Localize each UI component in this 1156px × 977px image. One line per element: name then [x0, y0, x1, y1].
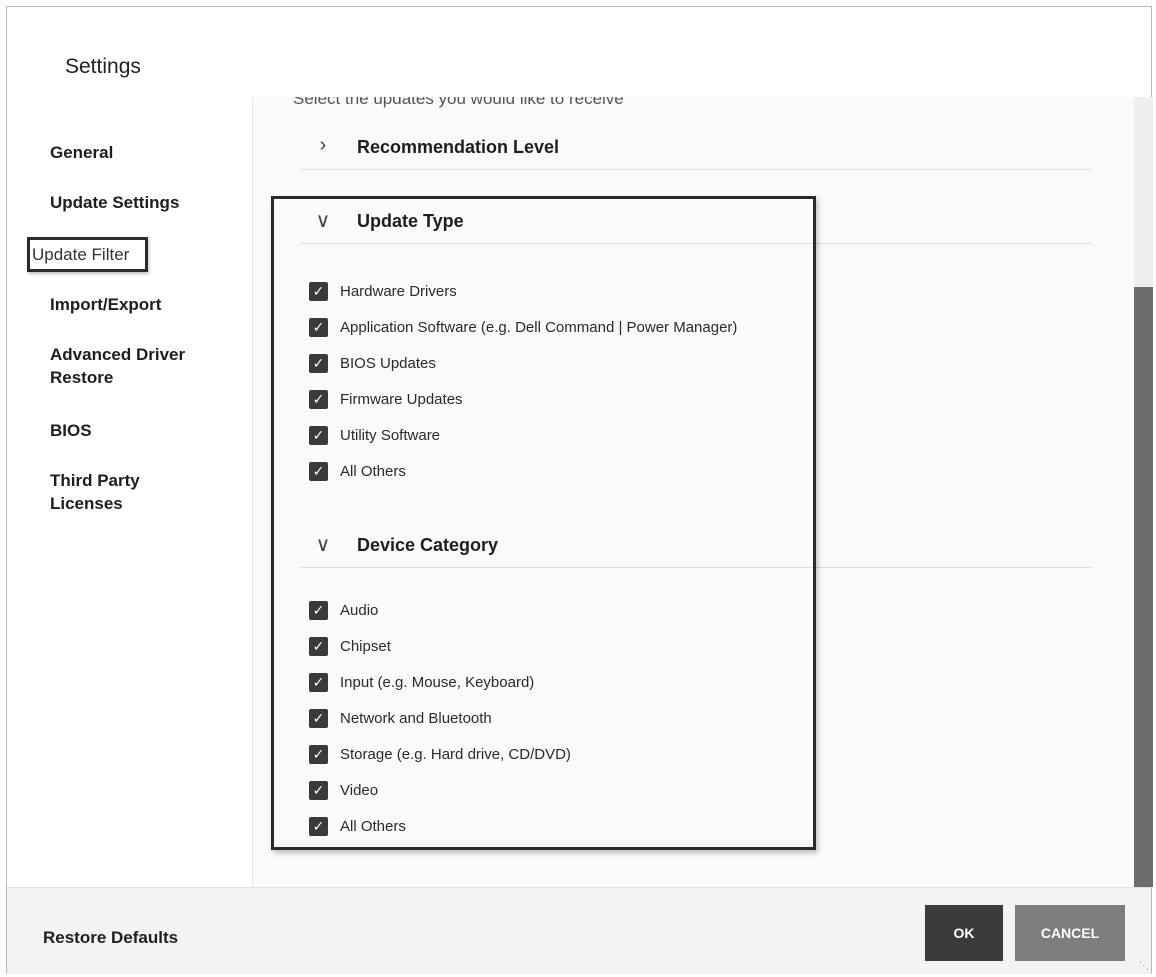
- checkbox-all-others-update-type[interactable]: ✓ All Others: [309, 458, 406, 484]
- checkmark-icon: ✓: [309, 708, 328, 728]
- sidebar-item-bios[interactable]: BIOS: [50, 419, 210, 442]
- ok-button[interactable]: OK: [925, 905, 1003, 961]
- scrollbar-thumb[interactable]: [1134, 287, 1153, 887]
- restore-defaults-button[interactable]: Restore Defaults: [43, 928, 178, 948]
- checkmark-icon: ✓: [309, 600, 328, 620]
- checkbox-input[interactable]: ✓ Input (e.g. Mouse, Keyboard): [309, 669, 534, 695]
- chevron-down-icon: ∨: [315, 534, 331, 556]
- checkmark-icon: ✓: [309, 636, 328, 656]
- checkbox-label: Input (e.g. Mouse, Keyboard): [340, 673, 535, 691]
- device-category-title: Device Category: [357, 535, 499, 555]
- checkbox-label: Firmware Updates: [340, 390, 463, 408]
- sidebar-item-update-filter[interactable]: Update Filter: [27, 237, 149, 272]
- sidebar-item-advanced-driver-restore[interactable]: Advanced Driver Restore: [50, 343, 210, 389]
- checkmark-icon: ✓: [309, 816, 328, 836]
- checkmark-icon: ✓: [309, 353, 328, 373]
- recommendation-level-title: Recommendation Level: [357, 137, 560, 157]
- checkmark-icon: ✓: [309, 281, 328, 301]
- checkmark-icon: ✓: [309, 672, 328, 692]
- update-type-title: Update Type: [357, 211, 464, 231]
- chevron-down-icon: ∨: [315, 210, 331, 232]
- checkmark-icon: ✓: [309, 389, 328, 409]
- checkmark-icon: ✓: [309, 461, 328, 481]
- checkbox-label: Audio: [340, 601, 379, 619]
- checkbox-all-others-device-category[interactable]: ✓ All Others: [309, 813, 406, 839]
- checkbox-storage[interactable]: ✓ Storage (e.g. Hard drive, CD/DVD): [309, 741, 571, 767]
- cancel-button[interactable]: CANCEL: [1015, 905, 1125, 961]
- checkbox-hardware-drivers[interactable]: ✓ Hardware Drivers: [309, 278, 457, 304]
- checkbox-label: Storage (e.g. Hard drive, CD/DVD): [340, 745, 571, 763]
- checkbox-label: Network and Bluetooth: [340, 709, 492, 727]
- checkbox-label: BIOS Updates: [340, 354, 436, 372]
- sidebar-item-general[interactable]: General: [50, 141, 210, 164]
- checkbox-video[interactable]: ✓ Video: [309, 777, 378, 803]
- recommendation-level-header[interactable]: › Recommendation Level: [301, 125, 1091, 170]
- chevron-right-icon: ›: [319, 134, 327, 156]
- checkbox-application-software[interactable]: ✓ Application Software (e.g. Dell Comman…: [309, 314, 737, 340]
- checkbox-label: Video: [340, 781, 379, 799]
- settings-sidebar: General Update Settings Update Filter Im…: [7, 97, 253, 887]
- checkbox-label: Chipset: [340, 637, 391, 655]
- update-type-header[interactable]: ∨ Update Type: [301, 199, 1091, 244]
- checkbox-label: Utility Software: [340, 426, 441, 444]
- checkbox-utility-software[interactable]: ✓ Utility Software: [309, 422, 440, 448]
- checkbox-chipset[interactable]: ✓ Chipset: [309, 633, 391, 659]
- checkbox-network-bluetooth[interactable]: ✓ Network and Bluetooth: [309, 705, 492, 731]
- device-category-header[interactable]: ∨ Device Category: [301, 523, 1091, 568]
- checkbox-bios-updates[interactable]: ✓ BIOS Updates: [309, 350, 436, 376]
- checkbox-label: Hardware Drivers: [340, 282, 457, 300]
- intro-text: Select the updates you would like to rec…: [293, 97, 624, 108]
- checkbox-label: All Others: [340, 462, 406, 480]
- sidebar-item-import-export[interactable]: Import/Export: [50, 293, 210, 316]
- update-filter-panel: Select the updates you would like to rec…: [253, 97, 1134, 887]
- checkbox-firmware-updates[interactable]: ✓ Firmware Updates: [309, 386, 463, 412]
- settings-dialog: Settings General Update Settings Update …: [6, 6, 1153, 974]
- dialog-title: Settings: [65, 55, 141, 78]
- checkbox-label: Application Software (e.g. Dell Command …: [340, 318, 738, 336]
- vertical-scrollbar[interactable]: [1134, 97, 1153, 887]
- checkbox-audio[interactable]: ✓ Audio: [309, 597, 378, 623]
- dialog-footer: Restore Defaults OK CANCEL ⋱: [7, 887, 1151, 974]
- checkmark-icon: ✓: [309, 744, 328, 764]
- checkmark-icon: ✓: [309, 780, 328, 800]
- resize-grip-icon[interactable]: ⋱: [1139, 961, 1149, 972]
- sidebar-item-third-party-licenses[interactable]: Third Party Licenses: [50, 469, 210, 515]
- checkmark-icon: ✓: [309, 425, 328, 445]
- checkbox-label: All Others: [340, 817, 406, 835]
- checkmark-icon: ✓: [309, 317, 328, 337]
- sidebar-item-update-settings[interactable]: Update Settings: [50, 191, 210, 214]
